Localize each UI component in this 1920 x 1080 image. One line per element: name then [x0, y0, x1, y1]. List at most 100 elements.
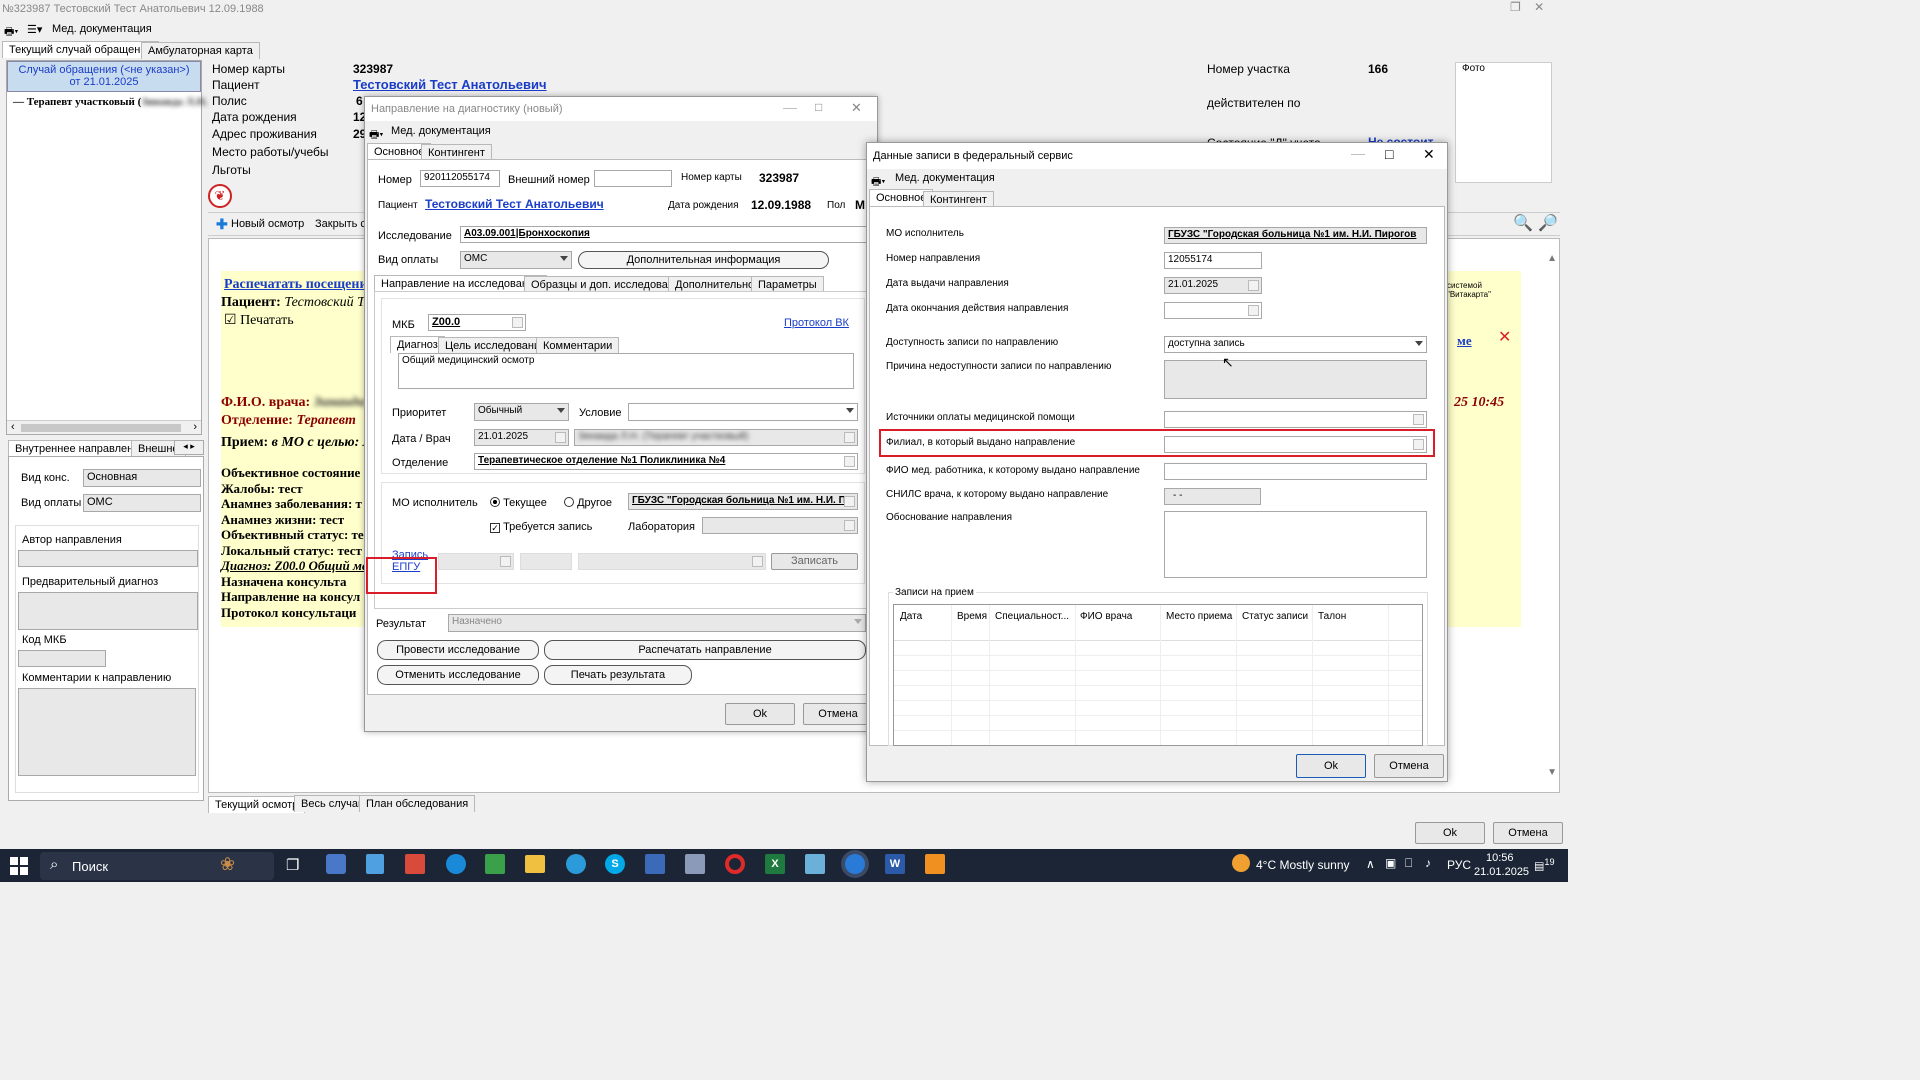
case-header[interactable]: Случай обращения (<не указан>) от 21.01.…	[7, 61, 201, 92]
app-link-icon[interactable]	[645, 854, 665, 874]
new-visit-button[interactable]: Новый осмотр	[231, 218, 304, 230]
diag-subtab-comments[interactable]: Комментарии	[536, 337, 620, 354]
fed-snils-field[interactable]: - -	[1164, 488, 1261, 505]
app-orange-icon[interactable]	[925, 854, 945, 874]
direction-date-field[interactable]: 21.01.2025	[474, 429, 569, 446]
diag-ext-number-field[interactable]	[594, 170, 672, 187]
priority-select[interactable]: Обычный	[474, 403, 569, 421]
fed-cancel-button[interactable]: Отмена	[1374, 754, 1444, 778]
zoom-in-icon[interactable]: 🔍	[1513, 213, 1533, 233]
fed-payment-sources-field[interactable]	[1164, 411, 1427, 428]
app-active-icon[interactable]	[845, 854, 865, 874]
med-docs-menu[interactable]: Мед. документация	[52, 23, 152, 35]
doc-scroll-down[interactable]: ▼	[1547, 767, 1557, 778]
opera-icon[interactable]	[725, 854, 745, 874]
doc-right-link[interactable]: ме	[1457, 333, 1472, 349]
col-specialty[interactable]: Специальност...	[995, 611, 1069, 622]
fed-availability-select[interactable]: доступна запись	[1164, 336, 1427, 353]
windows-start-icon[interactable]	[10, 857, 28, 875]
doc-print-check[interactable]: ☑ Печатать	[224, 312, 294, 329]
doc-scroll-up[interactable]: ▲	[1547, 253, 1557, 264]
app-red-icon[interactable]	[405, 854, 425, 874]
direction-doctor-field[interactable]: Зинаида Л.Н. (Терапевт участковый)	[574, 429, 858, 446]
mo-executor-field[interactable]: ГБУЗС "Городская больница №1 им. Н.И. П	[628, 493, 858, 510]
language-indicator[interactable]: РУС	[1447, 858, 1471, 872]
telegram-icon[interactable]	[566, 854, 586, 874]
explorer-icon[interactable]	[525, 855, 545, 873]
app-note-icon[interactable]	[805, 854, 825, 874]
print-result-button[interactable]: Печать результата	[544, 665, 692, 685]
col-doctor[interactable]: ФИО врача	[1080, 611, 1132, 622]
minimize-icon[interactable]: —	[783, 99, 797, 115]
col-date[interactable]: Дата	[900, 611, 922, 622]
tray-icon-1[interactable]: ▣	[1385, 856, 1396, 870]
fed-maximize-icon[interactable]: □	[1385, 146, 1393, 162]
app-docs-icon[interactable]	[685, 854, 705, 874]
clock-time[interactable]: 10:56	[1486, 852, 1514, 864]
diag-ok-button[interactable]: Ok	[725, 703, 795, 725]
print-visits-link[interactable]: Распечатать посещения	[224, 277, 375, 293]
col-status[interactable]: Статус записи	[1242, 611, 1308, 622]
condition-select[interactable]	[628, 403, 858, 421]
lungs-icon[interactable]: ❦	[208, 184, 232, 208]
col-time[interactable]: Время	[957, 611, 987, 622]
app-mis-icon[interactable]	[326, 854, 346, 874]
payment-field[interactable]: ОМС	[83, 494, 201, 512]
fed-close-icon[interactable]: ✕	[1423, 146, 1435, 163]
protocol-vk-link[interactable]: Протокол ВК	[784, 317, 849, 329]
calculator-icon[interactable]	[366, 854, 384, 874]
diag-cancel-button[interactable]: Отмена	[803, 703, 873, 725]
weather-icon[interactable]	[1232, 854, 1250, 872]
col-place[interactable]: Место приема	[1166, 611, 1232, 622]
need-record-checkbox[interactable]: ✓ Требуется запись	[490, 521, 592, 533]
diag-text-field[interactable]: Общий медицинский осмотр	[398, 353, 854, 389]
lab-field[interactable]	[702, 517, 858, 534]
prediag-field[interactable]	[18, 592, 198, 630]
tab-current-case[interactable]: Текущий случай обращения	[2, 41, 160, 58]
tab-exam-plan[interactable]: План обследования	[359, 795, 476, 812]
author-field[interactable]	[18, 550, 198, 567]
tab-scroll-arrows[interactable]: ◂ ▸	[174, 440, 204, 455]
volume-icon[interactable]: ♪	[1425, 856, 1431, 870]
diag-inner-tab-direction[interactable]: Направление на исследование	[374, 275, 548, 292]
consult-type-field[interactable]: Основная	[83, 469, 201, 487]
print-direction-button[interactable]: Распечатать направление	[544, 640, 866, 660]
fed-mo-field[interactable]: ГБУЗС "Городская больница №1 им. Н.И. Пи…	[1164, 227, 1427, 244]
clock-date[interactable]: 21.01.2025	[1474, 866, 1529, 878]
record-button[interactable]: Записать	[771, 553, 858, 570]
tree-item-therapist[interactable]: — Терапевт участковый (Зинаида Л.Н.	[7, 92, 208, 112]
fed-issue-date-field[interactable]: 21.01.2025	[1164, 277, 1262, 294]
patient-name-link[interactable]: Тестовский Тест Анатольевич	[353, 77, 547, 92]
fed-justification-field[interactable]	[1164, 511, 1427, 578]
app-blue-icon[interactable]	[446, 854, 466, 874]
diag-number-field[interactable]: 920112055174	[420, 170, 500, 187]
excel-icon[interactable]: X	[765, 854, 785, 874]
skype-icon[interactable]: S	[605, 854, 625, 874]
diag-mkb-field[interactable]: Z00.0	[428, 314, 526, 331]
diag-patient-link[interactable]: Тестовский Тест Анатольевич	[425, 197, 604, 211]
diag-study-field[interactable]: A03.09.001|Бронхоскопия	[460, 226, 870, 243]
window-controls[interactable]: ❐ ✕	[1500, 0, 1568, 18]
zoom-out-icon[interactable]: 🔎	[1538, 213, 1558, 233]
fed-unavail-reason-field[interactable]	[1164, 360, 1427, 399]
conduct-study-button[interactable]: Провести исследование	[377, 640, 539, 660]
word-icon[interactable]: W	[885, 854, 905, 874]
tray-chevron-icon[interactable]: ∧	[1366, 857, 1375, 871]
network-icon[interactable]: ⎕	[1405, 856, 1412, 871]
tab-ambulatory-card[interactable]: Амбулаторная карта	[141, 42, 260, 59]
tree-scrollbar[interactable]: ‹ ›	[7, 420, 201, 434]
radio-other[interactable]: Другое	[564, 497, 612, 509]
cancel-study-button[interactable]: Отменить исследование	[377, 665, 539, 685]
diag-payment-select[interactable]: ОМС	[460, 251, 572, 269]
fed-end-date-field[interactable]	[1164, 302, 1262, 319]
appointments-table[interactable]: Дата Время Специальност... ФИО врача Мес…	[893, 604, 1423, 746]
fed-ok-button[interactable]: Ok	[1296, 754, 1366, 778]
task-view-icon[interactable]: ❐	[286, 856, 299, 874]
result-select[interactable]: Назначено	[448, 614, 866, 632]
fed-worker-name-field[interactable]	[1164, 463, 1427, 480]
maximize-icon[interactable]: □	[815, 100, 822, 114]
fed-menu[interactable]: Мед. документация	[895, 172, 995, 184]
diag-subtab-diagnosis[interactable]: Диагноз	[390, 336, 445, 353]
comments-field[interactable]	[18, 688, 196, 776]
tools-menu-icon[interactable]: ☰▾	[27, 23, 42, 36]
